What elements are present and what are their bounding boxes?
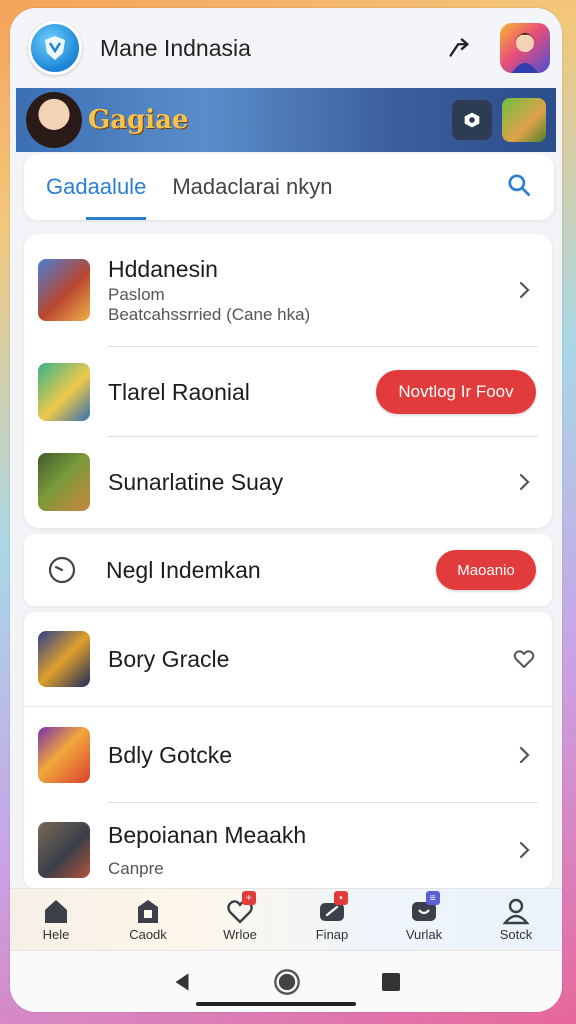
section-row: Negl Indemkan Maoanio bbox=[24, 534, 552, 606]
list-item-text: Bdly Gotcke bbox=[108, 742, 512, 769]
list-item-text: Bory Gracle bbox=[108, 646, 512, 673]
divider bbox=[108, 802, 538, 803]
list-item-title: Bory Gracle bbox=[108, 645, 230, 672]
bottom-nav: Hele Caodk + Wrloe • Finap ≡ Vurlak Sotc… bbox=[10, 888, 562, 950]
chevron-right-icon[interactable] bbox=[512, 838, 536, 862]
nav-label: Wrloe bbox=[223, 927, 257, 942]
notification-badge: ≡ bbox=[425, 891, 440, 905]
nav-label: Sotck bbox=[499, 927, 533, 942]
tabs-bar: Gadaalule Madaclarai nkyn bbox=[24, 154, 554, 220]
top-bar: Mane Indnasia bbox=[10, 8, 562, 88]
list-item-title: Sunarlatine Suay bbox=[108, 468, 284, 495]
home-indicator bbox=[196, 1002, 356, 1006]
tab-0[interactable]: Gadaalule bbox=[46, 154, 147, 220]
banner-game-thumbnail[interactable] bbox=[502, 98, 546, 142]
game-thumbnail bbox=[38, 259, 90, 321]
list-item-title: Bdly Gotcke bbox=[108, 741, 232, 768]
divider bbox=[108, 436, 538, 437]
game-thumbnail bbox=[38, 727, 90, 783]
back-icon[interactable] bbox=[169, 969, 195, 995]
banner-camera-button[interactable] bbox=[452, 100, 492, 140]
app-title: Mane Indnasia bbox=[100, 34, 251, 61]
section-text: Negl Indemkan bbox=[106, 557, 436, 584]
chevron-right-icon[interactable] bbox=[512, 743, 536, 767]
list-item-text: Bepoianan Meaakh Canpre bbox=[108, 822, 512, 879]
game-thumbnail bbox=[38, 822, 90, 878]
nav-label: Caodk bbox=[129, 927, 167, 942]
nav-label: Hele bbox=[42, 927, 70, 942]
person-icon bbox=[502, 898, 530, 925]
nav-games[interactable]: • Finap bbox=[286, 889, 378, 950]
list-item-text: Sunarlatine Suay bbox=[108, 469, 512, 496]
share-icon[interactable] bbox=[442, 30, 478, 66]
clock-icon bbox=[48, 556, 76, 584]
notification-badge: • bbox=[333, 891, 348, 905]
search-icon[interactable] bbox=[506, 172, 532, 203]
banner-character-image bbox=[26, 92, 82, 148]
nav-label: Finap bbox=[315, 927, 349, 942]
featured-list: Hddanesin Paslom Beatcahssrried (Cane hk… bbox=[24, 234, 552, 528]
camera-icon bbox=[464, 112, 480, 128]
section-action-button[interactable]: Maoanio bbox=[436, 550, 536, 590]
nav-profile[interactable]: Sotck bbox=[470, 889, 562, 950]
list-item[interactable]: Tlarel Raonial Novtlog Ir Foov bbox=[24, 358, 552, 426]
section-header: Negl Indemkan Maoanio bbox=[24, 534, 552, 606]
recents-icon[interactable] bbox=[379, 970, 403, 994]
notification-badge: + bbox=[241, 891, 256, 905]
nav-wishlist[interactable]: + Wrloe bbox=[194, 889, 286, 950]
list-item[interactable]: Bory Gracle bbox=[24, 620, 552, 698]
chevron-right-icon[interactable] bbox=[512, 278, 536, 302]
shield-logo-svg bbox=[45, 36, 65, 60]
nav-label: Vurlak bbox=[405, 927, 443, 942]
profile-avatar[interactable] bbox=[500, 23, 550, 73]
list-item-subtitle: Beatcahssrried (Cane hka) bbox=[108, 304, 311, 324]
nav-store[interactable]: Caodk bbox=[102, 889, 194, 950]
list-item-title: Tlarel Raonial bbox=[108, 378, 250, 405]
install-button[interactable]: Novtlog Ir Foov bbox=[376, 370, 536, 414]
list-item-text: Hddanesin Paslom Beatcahssrried (Cane hk… bbox=[108, 256, 512, 325]
phone-screen: Mane Indnasia Gagiae Gadaalule Madaclara… bbox=[10, 8, 562, 1012]
store-icon bbox=[138, 900, 158, 923]
divider bbox=[108, 346, 538, 347]
nav-home[interactable]: Hele bbox=[10, 889, 102, 950]
list-item[interactable]: Bdly Gotcke bbox=[24, 716, 552, 794]
game-thumbnail bbox=[38, 363, 90, 421]
promo-banner[interactable]: Gagiae bbox=[16, 88, 556, 152]
tab-1[interactable]: Madaclarai nkyn bbox=[172, 154, 332, 220]
list-item[interactable]: Bepoianan Meaakh Canpre bbox=[24, 812, 552, 888]
section-title: Negl Indemkan bbox=[106, 556, 261, 583]
heart-icon[interactable] bbox=[512, 647, 536, 671]
list-item-title: Hddanesin bbox=[108, 255, 218, 282]
list-item-title: Bepoianan Meaakh bbox=[108, 821, 307, 848]
home-icon bbox=[45, 900, 67, 923]
list-item-subtitle: Canpre bbox=[108, 858, 164, 878]
list-item[interactable]: Sunarlatine Suay bbox=[24, 446, 552, 518]
nav-chat[interactable]: ≡ Vurlak bbox=[378, 889, 470, 950]
more-list: Bory Gracle Bdly Gotcke Bepoianan Meaakh… bbox=[24, 612, 552, 888]
list-item-text: Tlarel Raonial bbox=[108, 379, 376, 406]
game-thumbnail bbox=[38, 631, 90, 687]
list-item[interactable]: Hddanesin Paslom Beatcahssrried (Cane hk… bbox=[24, 248, 552, 332]
banner-logo-text: Gagiae bbox=[88, 105, 189, 135]
divider bbox=[24, 706, 552, 707]
list-item-subtitle: Paslom bbox=[108, 284, 165, 304]
game-thumbnail bbox=[38, 453, 90, 511]
shield-logo-icon[interactable] bbox=[28, 21, 82, 75]
chevron-right-icon[interactable] bbox=[512, 470, 536, 494]
home-button-icon[interactable] bbox=[273, 968, 301, 996]
